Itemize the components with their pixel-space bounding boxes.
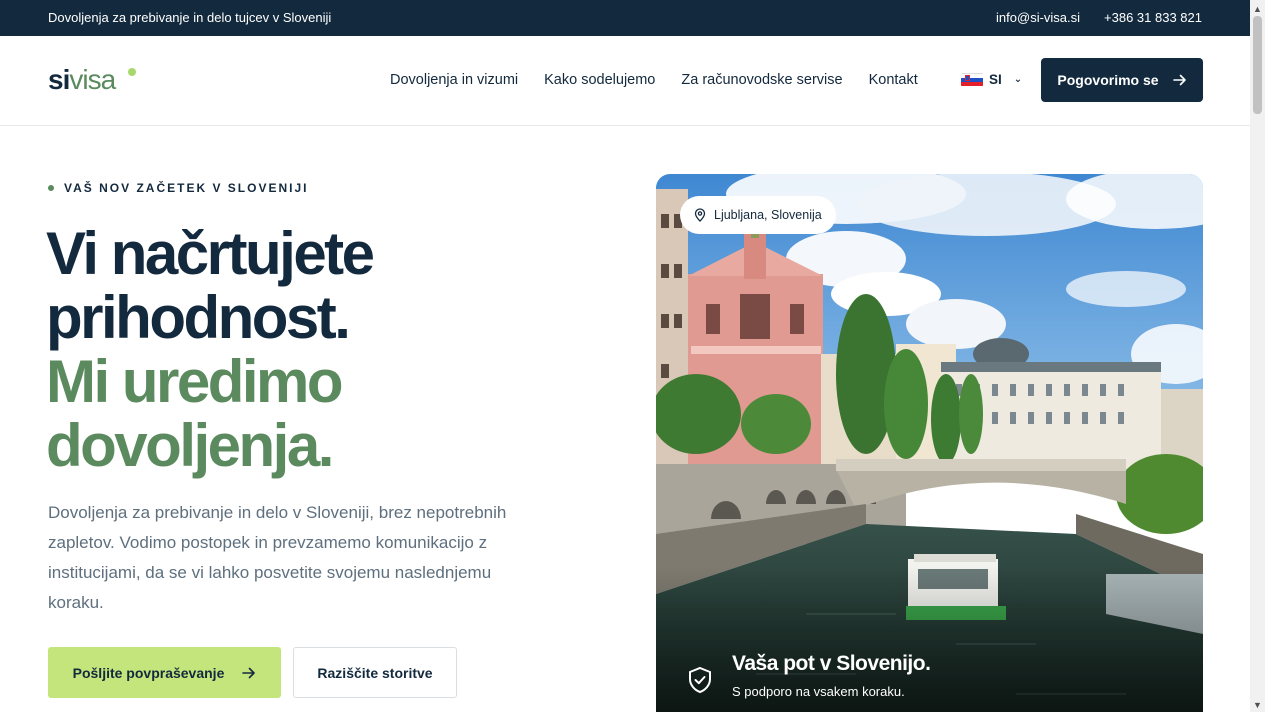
lets-talk-label: Pogovorimo se <box>1057 72 1159 88</box>
arrow-right-icon <box>242 667 256 678</box>
headline-line-2: prihodnost. <box>46 284 351 351</box>
scroll-up-arrow-icon[interactable]: ▲ <box>1253 4 1262 14</box>
arrow-right-icon <box>1172 74 1186 86</box>
scrollbar-thumb[interactable] <box>1253 16 1262 114</box>
logo-dot-icon <box>128 68 136 76</box>
headline-line-1: Vi načrtujete <box>46 220 375 287</box>
map-pin-icon <box>694 208 706 222</box>
send-inquiry-label: Pošljite povpraševanje <box>72 664 225 681</box>
location-badge: Ljubljana, Slovenija <box>680 196 836 234</box>
photo-caption: Vaša pot v Slovenijo. S podporo na vsake… <box>686 652 931 699</box>
language-code: SI <box>989 72 1002 87</box>
nav-item-how-we-work[interactable]: Kako sodelujemo <box>544 72 655 88</box>
chevron-down-icon: ⌄ <box>1013 74 1023 85</box>
ljubljana-illustration <box>656 174 1203 712</box>
eyebrow-text: VAŠ NOV ZAČETEK V SLOVENIJI <box>64 181 309 195</box>
caption-text: Vaša pot v Slovenijo. S podporo na vsake… <box>732 652 931 699</box>
email-link[interactable]: info@si-visa.si <box>996 10 1080 25</box>
location-text: Ljubljana, Slovenija <box>714 208 822 222</box>
logo-visa: visa <box>69 64 116 95</box>
headline-line-4: dovoljenja. <box>46 412 334 479</box>
top-bar: Dovoljenja za prebivanje in delo tujcev … <box>0 0 1250 36</box>
explore-services-button[interactable]: Raziščite storitve <box>293 647 457 698</box>
send-inquiry-button[interactable]: Pošljite povpraševanje <box>48 647 281 698</box>
eyebrow-bullet-icon <box>48 185 54 191</box>
site-header: sivisa Dovoljenja in vizumi Kako sodeluj… <box>0 36 1250 126</box>
sivisa-logo[interactable]: sivisa <box>48 64 136 96</box>
hero-eyebrow: VAŠ NOV ZAČETEK V SLOVENIJI <box>48 181 308 195</box>
lets-talk-button[interactable]: Pogovorimo se <box>1041 58 1203 102</box>
page-scrollbar[interactable]: ▲ ▼ <box>1250 0 1265 712</box>
top-bar-contacts: info@si-visa.si +386 31 833 821 <box>996 10 1202 25</box>
ljubljana-photo: Ljubljana, Slovenija Vaša pot v Slovenij… <box>656 174 1203 712</box>
scroll-down-arrow-icon[interactable]: ▼ <box>1253 700 1262 710</box>
top-bar-tagline: Dovoljenja za prebivanje in delo tujcev … <box>48 10 332 25</box>
explore-services-label: Raziščite storitve <box>317 664 433 681</box>
nav-item-permits-visas[interactable]: Dovoljenja in vizumi <box>390 72 518 88</box>
logo-si: si <box>48 64 70 95</box>
language-selector[interactable]: SI ⌄ <box>961 72 1022 87</box>
shield-check-icon <box>689 666 711 694</box>
caption-title: Vaša pot v Slovenijo. <box>732 652 931 675</box>
caption-subtitle: S podporo na vsakem koraku. <box>732 684 905 699</box>
headline-line-3: Mi uredimo <box>46 348 344 415</box>
hero-headline: Vi načrtujete prihodnost. Mi uredimo dov… <box>46 220 375 479</box>
main-nav: Dovoljenja in vizumi Kako sodelujemo Za … <box>390 72 944 88</box>
phone-link[interactable]: +386 31 833 821 <box>1104 10 1202 25</box>
nav-item-accounting-services[interactable]: Za računovodske servise <box>681 72 842 88</box>
slovenia-flag-icon <box>961 72 983 87</box>
hero-lead-paragraph: Dovoljenja za prebivanje in delo v Slove… <box>48 503 507 612</box>
nav-item-contact[interactable]: Kontakt <box>869 72 918 88</box>
